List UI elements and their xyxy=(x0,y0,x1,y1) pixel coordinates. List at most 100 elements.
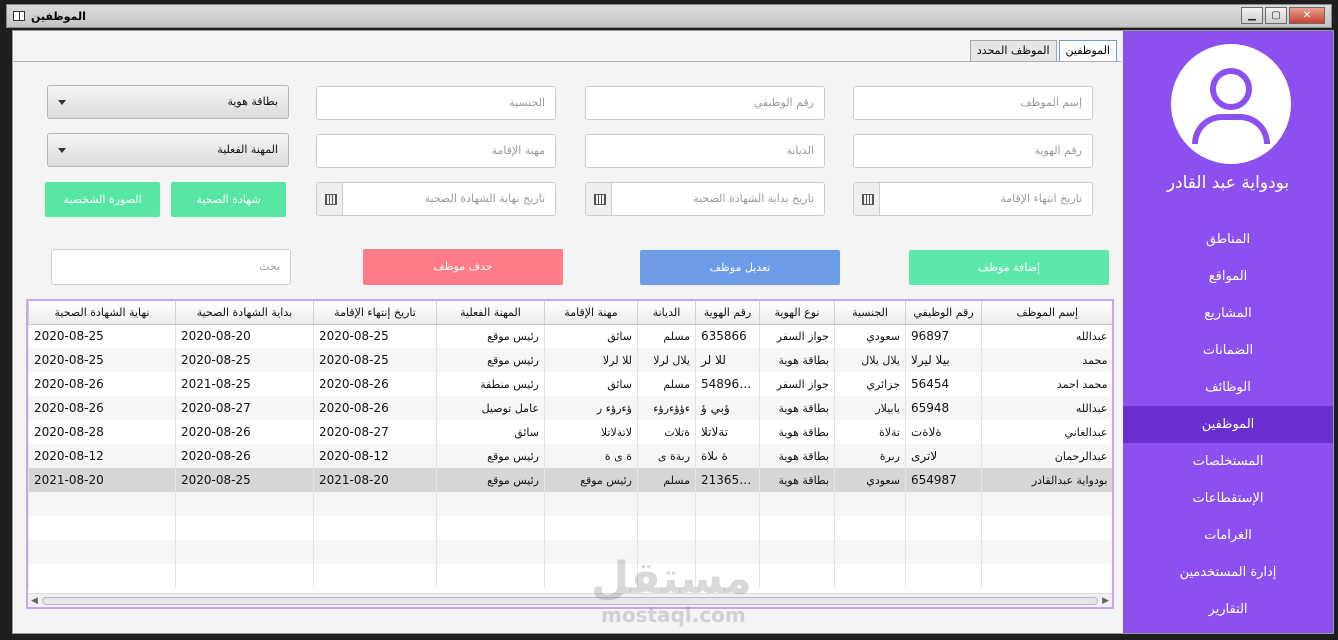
table-cell: 654987 xyxy=(905,468,982,492)
tab-selected-employee[interactable]: الموظف المحدد xyxy=(969,40,1057,62)
table-cell: ة ىلاة xyxy=(695,444,760,468)
user-icon xyxy=(1210,68,1252,110)
table-cell: يلال لرلا xyxy=(637,348,696,372)
horizontal-scrollbar[interactable]: ◀ ▶ xyxy=(28,593,1112,607)
window-icon xyxy=(13,11,25,21)
column-header[interactable]: نهاية الشهادة الصحية xyxy=(28,301,176,325)
table-cell: 2020-08-26 xyxy=(313,372,437,396)
edit-employee-button[interactable]: تعديل موظف xyxy=(640,250,840,285)
table-cell: 2020-08-12 xyxy=(28,444,176,468)
residence-job-field[interactable]: مهنة الإقامة xyxy=(316,134,556,168)
column-header[interactable]: المهنة الفعلية xyxy=(436,301,545,325)
scroll-thumb[interactable] xyxy=(42,597,1098,605)
table-cell: بطاقة هوية xyxy=(759,348,835,372)
nationality-field[interactable]: الجنسية xyxy=(316,86,556,120)
minimize-button[interactable]: ▁ xyxy=(1241,7,1263,24)
table-cell: سائق xyxy=(436,420,545,444)
column-header[interactable]: بداية الشهادة الصحية xyxy=(175,301,314,325)
table-cell: جواز السفر xyxy=(759,324,835,348)
sidebar-item[interactable]: التقارير xyxy=(1123,591,1333,628)
table-cell: رئيس موقع xyxy=(436,444,545,468)
sidebar-item[interactable]: المستخلصات xyxy=(1123,443,1333,480)
table-cell: مسلم xyxy=(637,468,696,492)
table-cell: بطاقة هوية xyxy=(759,468,835,492)
calendar-icon[interactable] xyxy=(854,183,880,215)
sidebar-item[interactable]: الإستقطاعات xyxy=(1123,480,1333,517)
table-cell: عبدالرحمان xyxy=(981,444,1112,468)
table-cell: 2021-08-20 xyxy=(28,468,176,492)
close-button[interactable]: ✕ xyxy=(1289,7,1325,24)
empty-row xyxy=(28,516,1112,540)
table-cell: ةتلات xyxy=(637,420,696,444)
sidebar-item[interactable]: الضمانات xyxy=(1123,332,1333,369)
table-cell: لاترى xyxy=(905,444,982,468)
health-start-date[interactable]: تاريخ بداية الشهادة الصحية xyxy=(585,182,825,216)
table-cell: عبدالغاني xyxy=(981,420,1112,444)
actual-job-select[interactable]: المهنة الفعلية xyxy=(47,133,289,167)
title-bar: الموظفين ▁ ▢ ✕ xyxy=(6,4,1332,28)
empty-row xyxy=(28,492,1112,516)
table-header: إسم الموظف رقم الوظيفي الجنسية نوع الهوية رق… xyxy=(28,301,1112,325)
table-cell: ةلاةت xyxy=(905,420,982,444)
sidebar-item[interactable]: المواقع xyxy=(1123,258,1333,295)
column-header[interactable]: نوع الهوية xyxy=(759,301,835,325)
sidebar-item[interactable]: المشاريع xyxy=(1123,295,1333,332)
job-number-field[interactable]: رقم الوظيفي xyxy=(585,86,825,120)
table-row[interactable]: محمد احمد56454جزائريجواز السفر54896412..… xyxy=(28,372,1112,396)
calendar-icon[interactable] xyxy=(586,183,612,215)
table-row[interactable]: محمد بيلا ليرلا يلال يلال بطاقة هوية للا لر ي… xyxy=(28,348,1112,372)
column-header[interactable]: مهنة الإقامة xyxy=(544,301,638,325)
health-end-date[interactable]: تاريخ نهاية الشهادة الصحية xyxy=(316,182,556,216)
health-certificate-button[interactable]: شهادة الصحية xyxy=(171,182,286,217)
main-content: الموظفين الموظف المحدد إسم الموظف رقم ال… xyxy=(12,30,1334,634)
table-cell: 2020-08-28 xyxy=(28,420,176,444)
table-cell: جواز السفر xyxy=(759,372,835,396)
table-cell: ة ى ة xyxy=(544,444,638,468)
employee-name-field[interactable]: إسم الموظف xyxy=(853,86,1093,120)
add-employee-button[interactable]: إضافة موظف xyxy=(909,250,1109,285)
table-cell: للا لر xyxy=(695,348,760,372)
table-cell: 2020-08-25 xyxy=(28,348,176,372)
search-input[interactable]: بحث xyxy=(51,249,291,285)
sidebar-item[interactable]: الموظفين xyxy=(1123,406,1333,443)
table-cell: رئيس موقع xyxy=(436,348,545,372)
column-header[interactable]: إسم الموظف xyxy=(981,301,1112,325)
column-header[interactable]: تاريخ إنتهاء الإقامة xyxy=(313,301,437,325)
scroll-right-icon[interactable]: ▶ xyxy=(1102,596,1109,606)
residence-end-date[interactable]: تاريخ انتهاء الإقامة xyxy=(853,182,1093,216)
sidebar-item[interactable]: إدارة المستخدمين xyxy=(1123,554,1333,591)
table-cell: مسلم xyxy=(637,372,696,396)
table-cell: بطاقة هوية xyxy=(759,396,835,420)
id-type-value: بطاقة هوية xyxy=(227,95,278,108)
table-row[interactable]: بودواية عبدالقادر 654987 سعودي بطاقة هوية 21… xyxy=(28,468,1112,492)
table-cell: محمد احمد xyxy=(981,372,1112,396)
religion-field[interactable]: الديانة xyxy=(585,134,825,168)
id-number-field[interactable]: رقم الهوية xyxy=(853,134,1093,168)
table-row[interactable]: عبدالله 96897 سعودي جواز السفر 635866 مسلم سائ… xyxy=(28,324,1112,348)
table-row[interactable]: عبدالغاني ةلاةت تةلاة بطاقة هوية تةلاتلا ةتلا… xyxy=(28,420,1112,444)
table-cell: 2020-08-27 xyxy=(175,396,314,420)
table-cell: 2020-08-26 xyxy=(28,372,176,396)
column-header[interactable]: رقم الوظيفي xyxy=(905,301,982,325)
tab-employees[interactable]: الموظفين xyxy=(1058,40,1117,62)
table-cell: يابيلار xyxy=(834,396,906,420)
column-header[interactable]: رقم الهوية xyxy=(695,301,760,325)
maximize-button[interactable]: ▢ xyxy=(1265,7,1287,24)
table-cell: مسلم xyxy=(637,324,696,348)
delete-employee-button[interactable]: حذف موظف xyxy=(363,249,563,285)
app-window: الموظفين ▁ ▢ ✕ الموظفين الموظف المحدد إس… xyxy=(0,0,1338,640)
actual-job-value: المهنة الفعلية xyxy=(217,143,278,156)
column-header[interactable]: الديانة xyxy=(637,301,696,325)
table-row[interactable]: عبدالله 65948 يابيلار بطاقة هوية ؤبي ؤ ءؤؤءرؤ… xyxy=(28,396,1112,420)
sidebar-item[interactable]: المناطق xyxy=(1123,221,1333,258)
photo-button[interactable]: الصورة الشخصية xyxy=(45,182,160,217)
sidebar-item[interactable]: الغرامات xyxy=(1123,517,1333,554)
id-type-select[interactable]: بطاقة هوية xyxy=(47,85,289,119)
column-header[interactable]: الجنسية xyxy=(834,301,906,325)
employees-table[interactable]: إسم الموظف رقم الوظيفي الجنسية نوع الهوية رق… xyxy=(26,299,1114,609)
empty-row xyxy=(28,540,1112,564)
calendar-icon[interactable] xyxy=(317,183,343,215)
table-row[interactable]: عبدالرحمان لاترى رىرة بطاقة هوية ة ىلاة رىةة … xyxy=(28,444,1112,468)
sidebar-item[interactable]: الوظائف xyxy=(1123,369,1333,406)
scroll-left-icon[interactable]: ◀ xyxy=(31,596,38,606)
